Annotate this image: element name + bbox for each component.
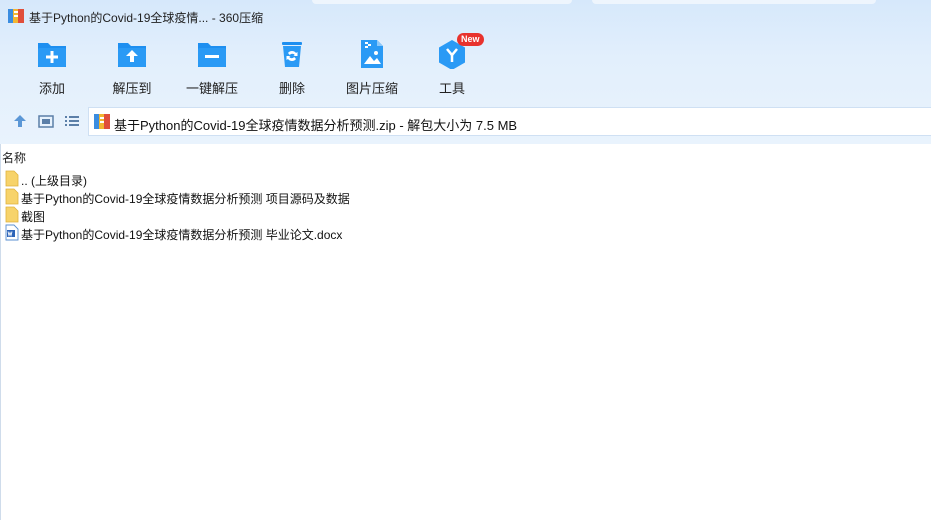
title-bar: 基于Python的Covid-19全球疫情... - 360压缩 (0, 0, 931, 32)
word-doc-icon (5, 224, 19, 241)
list-item[interactable]: 基于Python的Covid-19全球疫情数据分析预测 毕业论文.docx (5, 224, 505, 242)
extract-to-folder-icon (118, 43, 146, 67)
navigation-bar: 基于Python的Covid-19全球疫情数据分析预测.zip - 解包大小为 … (0, 106, 931, 136)
folder-icon (5, 206, 19, 223)
header-area: 基于Python的Covid-19全球疫情... - 360压缩 添加 解压到 (0, 0, 931, 144)
zip-file-icon (94, 114, 110, 129)
tools-button-label: 工具 (438, 81, 465, 96)
list-item[interactable]: 基于Python的Covid-19全球疫情数据分析预测 项目源码及数据 (5, 188, 505, 206)
delete-button[interactable]: 删除 (252, 36, 332, 98)
add-folder-icon (38, 43, 66, 67)
image-compress-button[interactable]: 图片压缩 (332, 36, 412, 98)
toolbar: 添加 解压到 一键解压 删除 图片压缩 New 工具 (0, 33, 931, 98)
file-name: 基于Python的Covid-19全球疫情数据分析预测 项目源码及数据 (21, 192, 350, 206)
recycle-bin-icon (282, 42, 302, 67)
delete-button-label: 删除 (278, 81, 305, 96)
file-name: 基于Python的Covid-19全球疫情数据分析预测 毕业论文.docx (21, 228, 343, 242)
list-item[interactable]: 截图 (5, 206, 505, 224)
archive-icon (8, 9, 24, 23)
arrow-up-icon[interactable] (11, 112, 29, 130)
parent-folder-icon (5, 170, 19, 187)
image-compress-icon (361, 40, 383, 68)
tools-button[interactable]: New 工具 (412, 33, 492, 98)
address-bar[interactable]: 基于Python的Covid-19全球疫情数据分析预测.zip - 解包大小为 … (88, 107, 931, 136)
list-view-icon[interactable] (63, 112, 81, 130)
extract-to-button-label: 解压到 (112, 81, 152, 96)
file-name: 截图 (21, 210, 46, 224)
one-click-extract-button-label: 一键解压 (185, 81, 238, 96)
image-compress-button-label: 图片压缩 (345, 81, 398, 96)
thumbnail-view-icon[interactable] (37, 112, 55, 130)
column-header-name[interactable]: 名称 (2, 149, 26, 166)
titlebar-tab (312, 0, 572, 4)
folder-icon (5, 188, 19, 205)
file-name: .. (上级目录) (21, 174, 87, 188)
one-click-extract-button[interactable]: 一键解压 (172, 36, 252, 98)
list-item[interactable]: .. (上级目录) (5, 170, 505, 188)
new-badge: New (457, 33, 484, 46)
add-button[interactable]: 添加 (12, 36, 92, 98)
file-list: 名称 .. (上级目录) 基于Python的Covid-19全球疫情数据分析预测… (0, 144, 931, 520)
titlebar-tab (592, 0, 876, 4)
one-click-extract-icon (198, 43, 226, 67)
add-button-label: 添加 (38, 81, 65, 96)
window-title: 基于Python的Covid-19全球疫情... - 360压缩 (29, 11, 264, 25)
extract-to-button[interactable]: 解压到 (92, 36, 172, 98)
address-path: 基于Python的Covid-19全球疫情数据分析预测.zip - 解包大小为 … (114, 118, 518, 133)
